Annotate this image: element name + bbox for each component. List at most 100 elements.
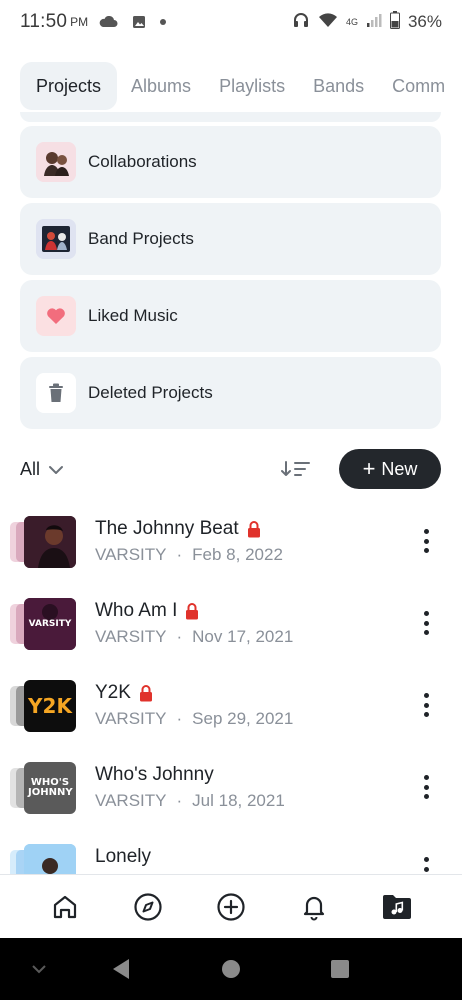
more-options-icon[interactable] (415, 526, 437, 556)
project-artist: VARSITY (95, 627, 167, 646)
project-artist: VARSITY (95, 791, 167, 810)
lock-icon (139, 684, 153, 702)
tab-communities[interactable]: Comm (378, 62, 459, 110)
tab-playlists[interactable]: Playlists (205, 62, 299, 110)
project-row[interactable]: The Johnny Beat VARSITY · Feb 8, 2022 (0, 500, 462, 582)
chevron-down-icon (48, 459, 64, 480)
cover-art-whos-johnny: WHO'S JOHNNY (24, 762, 76, 814)
headphones-icon (292, 11, 310, 34)
project-list: The Johnny Beat VARSITY · Feb 8, 2022 VA… (0, 500, 462, 874)
project-thumbnail: VARSITY (10, 598, 76, 650)
status-time: 11:50 (20, 11, 68, 32)
battery-percentage: 36% (407, 12, 442, 31)
network-label: 4G (345, 17, 358, 27)
cover-art-lonely (24, 844, 76, 874)
wifi-icon (318, 12, 338, 33)
library-deleted-projects[interactable]: Deleted Projects (20, 357, 441, 429)
keyboard-hide-icon[interactable] (28, 938, 50, 1000)
project-row[interactable]: Lonely (0, 828, 462, 874)
status-right: 4G 36% (292, 10, 442, 34)
tab-bands[interactable]: Bands (299, 62, 378, 110)
new-button-label: New (381, 458, 418, 479)
status-ampm: PM (70, 15, 89, 29)
cloud-icon (98, 16, 118, 28)
system-navigation-bar (0, 938, 462, 1000)
cover-text: Y2K (28, 694, 72, 718)
status-bar: 11:50 PM 4G 36% (0, 0, 462, 44)
project-title: Who Am I (95, 600, 199, 622)
project-row[interactable]: Y2K Y2K VARSITY · Sep 29, 2021 (0, 664, 462, 746)
notification-dot-icon (160, 19, 167, 25)
heart-icon (36, 296, 76, 336)
more-options-icon[interactable] (415, 690, 437, 720)
project-title-text: Who's Johnny (95, 764, 214, 785)
tab-projects[interactable]: Projects (20, 62, 118, 110)
project-meta: VARSITY · Sep 29, 2021 (95, 709, 293, 729)
project-meta: VARSITY · Jul 18, 2021 (95, 791, 285, 811)
project-title: The Johnny Beat (95, 518, 261, 540)
project-date: Jul 18, 2021 (192, 791, 285, 810)
lock-icon (247, 520, 261, 538)
recents-icon[interactable] (328, 938, 352, 1000)
project-title: Y2K (95, 682, 153, 704)
project-date: Nov 17, 2021 (192, 627, 294, 646)
new-project-button[interactable]: + New (339, 449, 441, 489)
project-row[interactable]: WHO'S JOHNNY Who's Johnny VARSITY · Jul … (0, 746, 462, 828)
cover-art-y2k: Y2K (24, 680, 76, 732)
sort-descending-icon[interactable] (280, 456, 312, 482)
image-icon (132, 15, 146, 29)
scrolled-card-edge (20, 112, 441, 122)
library-collaborations[interactable]: Collaborations (20, 126, 441, 198)
bell-icon[interactable] (292, 885, 336, 929)
library-label: Collaborations (88, 152, 197, 171)
project-thumbnail: Y2K (10, 680, 76, 732)
meta-separator: · (176, 709, 183, 728)
collaborations-image-icon (36, 142, 76, 182)
library-label: Liked Music (88, 306, 178, 325)
meta-separator: · (176, 627, 183, 646)
project-meta: VARSITY · Feb 8, 2022 (95, 545, 283, 565)
meta-separator: · (176, 545, 183, 564)
cover-text: VARSITY (28, 618, 72, 629)
library-band-projects[interactable]: Band Projects (20, 203, 441, 275)
tab-albums[interactable]: Albums (117, 62, 205, 110)
battery-icon (389, 10, 400, 34)
category-tabs: Projects Albums Playlists Bands Comm (20, 62, 459, 110)
project-thumbnail (10, 516, 76, 568)
project-thumbnail: WHO'S JOHNNY (10, 762, 76, 814)
cover-art-the-johnny-beat (24, 516, 76, 568)
more-options-icon[interactable] (415, 772, 437, 802)
project-title: Who's Johnny (95, 764, 214, 786)
more-options-icon[interactable] (415, 854, 437, 874)
project-artist: VARSITY (95, 709, 167, 728)
back-icon[interactable] (108, 938, 134, 1000)
signal-icon (366, 12, 382, 33)
cover-art-who-am-i: VARSITY (24, 598, 76, 650)
compass-icon[interactable] (126, 885, 170, 929)
filter-dropdown[interactable]: All (20, 455, 64, 483)
screen: 11:50 PM 4G 36% Projects Albums Playlist… (0, 0, 462, 1000)
project-thumbnail (10, 844, 76, 874)
filter-label: All (20, 458, 41, 479)
project-title-text: Who Am I (95, 600, 178, 621)
plus-icon: + (362, 456, 376, 481)
project-date: Feb 8, 2022 (192, 545, 283, 564)
meta-separator: · (176, 791, 183, 810)
project-title-text: Y2K (95, 682, 131, 703)
project-date: Sep 29, 2021 (192, 709, 294, 728)
project-title: Lonely (95, 846, 151, 868)
bottom-navigation (0, 874, 462, 938)
home-icon[interactable] (43, 885, 87, 929)
lock-icon (185, 602, 199, 620)
cover-text: WHO'S JOHNNY (28, 777, 73, 798)
library-liked-music[interactable]: Liked Music (20, 280, 441, 352)
project-artist: VARSITY (95, 545, 167, 564)
band-projects-image-icon (36, 219, 76, 259)
project-meta: VARSITY · Nov 17, 2021 (95, 627, 293, 647)
more-options-icon[interactable] (415, 608, 437, 638)
add-circle-icon[interactable] (209, 885, 253, 929)
home-button-icon[interactable] (218, 938, 244, 1000)
trash-icon (36, 373, 76, 413)
project-row[interactable]: VARSITY Who Am I VARSITY · Nov 17, 2021 (0, 582, 462, 664)
music-library-icon[interactable] (375, 885, 419, 929)
